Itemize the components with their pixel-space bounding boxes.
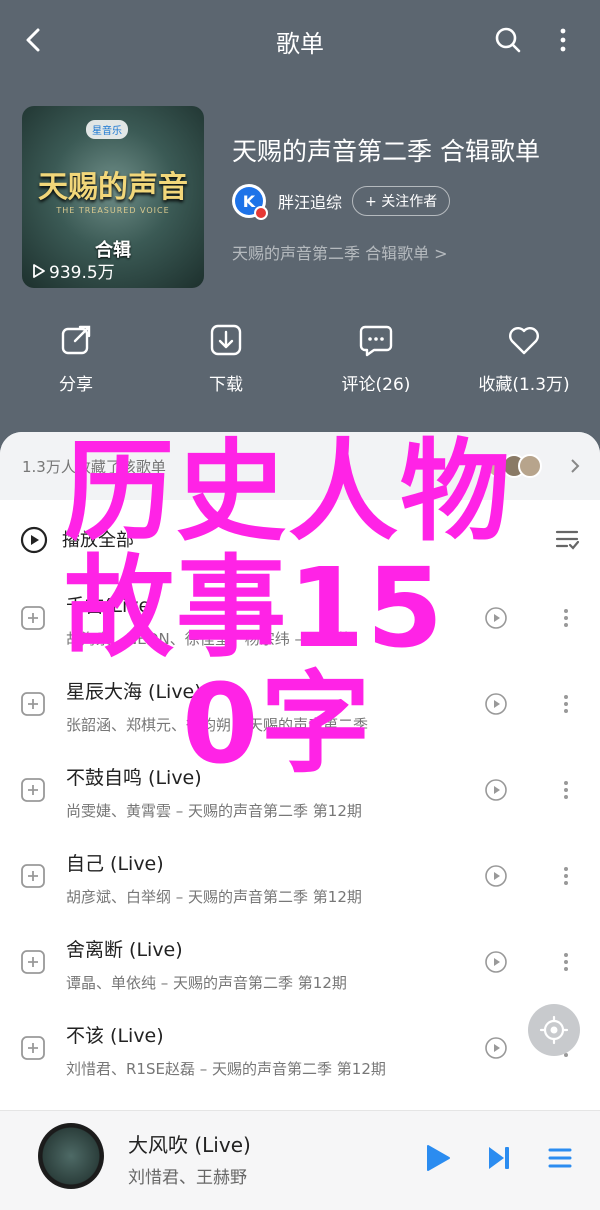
add-to-list-icon[interactable] [20,949,46,975]
song-artist: 刘惜君、R1SE赵磊 – 天赐的声音第二季 第12期 [66,1060,386,1078]
play-all-row: 播放全部 [0,510,600,570]
song-title: 星辰大海 (Live) [66,681,202,703]
comment-icon [359,325,393,357]
playlist-title: 天赐的声音第二季 合辑歌单 [232,137,540,166]
more-vertical-icon[interactable] [556,605,576,631]
share-button[interactable]: 分享 [16,322,136,395]
song-row[interactable]: 千古(Live) 胡海泉、NEON、徐佳莹、杨宗纬 – 天赐的 [0,578,600,664]
mv-play-icon[interactable] [484,606,508,630]
locate-current-song-button[interactable] [528,1004,580,1056]
next-track-icon[interactable] [486,1143,512,1173]
cover-title: 天赐的声音 [38,170,188,205]
add-to-list-icon[interactable] [20,605,46,631]
follow-creator-button[interactable]: + 关注作者 [352,186,451,216]
cover-badge: 星音乐 [86,120,128,139]
chevron-right-icon [571,459,580,473]
mv-play-icon[interactable] [484,950,508,974]
song-artist: 尚雯婕、黄霄雲 – 天赐的声音第二季 第12期 [66,802,362,820]
song-list-panel: 1.3万人收藏了该歌单 播放全部 千古(Live) 胡海泉、NEON、徐佳莹、杨… [0,432,600,1210]
play-icon[interactable] [424,1143,452,1173]
song-title: 不鼓自鸣 (Live) [66,767,202,789]
song-title: 不该 (Live) [66,1025,164,1047]
song-row[interactable]: 自己 (Live) 胡彦斌、白举纲 – 天赐的声音第二季 第12期 [0,836,600,922]
song-row[interactable]: 舍离断 (Live) 谭晶、单依纯 – 天赐的声音第二季 第12期 [0,922,600,1008]
song-title: 自己 (Live) [66,853,164,875]
mv-play-icon[interactable] [484,1036,508,1060]
now-playing-cover[interactable] [38,1123,104,1189]
mini-player[interactable]: 大风吹 (Live) 刘惜君、王赫野 [0,1110,600,1210]
multi-select-icon[interactable] [554,526,580,552]
mv-play-icon[interactable] [484,692,508,716]
play-all-icon[interactable] [20,526,48,554]
song-row[interactable]: 星辰大海 (Live) 张韶涵、郑棋元、徐均朔 – 天赐的声音第二季 [0,664,600,750]
play-count: 939.5万 [32,258,115,283]
download-button[interactable]: 下载 [166,322,286,395]
search-icon[interactable] [490,22,526,58]
cover-subtitle: THE TREASURED VOICE [56,206,170,215]
more-vertical-icon[interactable] [556,863,576,889]
now-playing-artist: 刘惜君、王赫野 [128,1168,247,1188]
more-vertical-icon[interactable] [556,691,576,717]
add-to-list-icon[interactable] [20,777,46,803]
download-icon [210,324,242,356]
add-to-list-icon[interactable] [20,691,46,717]
favorite-label: 收藏(1.3万) [478,375,570,395]
song-row[interactable]: 不该 (Live) 刘惜君、R1SE赵磊 – 天赐的声音第二季 第12期 [0,1008,600,1094]
share-icon [61,325,91,355]
playlist-description[interactable]: 天赐的声音第二季 合辑歌单 > [232,240,448,264]
favorite-button[interactable]: 收藏(1.3万) [464,322,584,395]
song-artist: 胡海泉、NEON、徐佳莹、杨宗纬 – 天赐的 [66,630,352,648]
song-artist: 谭晶、单依纯 – 天赐的声音第二季 第12期 [66,974,347,992]
comment-button[interactable]: 评论(26) [316,322,436,395]
more-vertical-icon[interactable] [556,777,576,803]
comment-label: 评论(26) [341,375,411,395]
more-vertical-icon[interactable] [556,949,576,975]
add-to-list-icon[interactable] [20,863,46,889]
target-icon [539,1015,569,1045]
song-artist: 张韶涵、郑棋元、徐均朔 – 天赐的声音第二季 [66,716,369,734]
mv-play-icon[interactable] [484,778,508,802]
creator-name[interactable]: 胖汪追综 [278,189,342,213]
collectors-text: 1.3万人收藏了该歌单 [22,458,166,476]
play-count-icon [33,263,45,278]
song-title: 千古(Live) [66,595,158,617]
now-playing-title: 大风吹 (Live) [128,1133,251,1157]
download-label: 下载 [209,375,243,395]
share-label: 分享 [59,375,93,395]
song-title: 舍离断 (Live) [66,939,183,961]
creator-row: K 胖汪追综 + 关注作者 [232,184,451,220]
collectors-row[interactable]: 1.3万人收藏了该歌单 [0,432,600,500]
mv-play-icon[interactable] [484,864,508,888]
playlist-queue-icon[interactable] [546,1143,574,1173]
more-vertical-icon[interactable] [548,22,578,58]
collector-avatars [486,454,542,478]
song-artist: 胡彦斌、白举纲 – 天赐的声音第二季 第12期 [66,888,362,906]
add-to-list-icon[interactable] [20,1035,46,1061]
action-bar: 分享 下载 评论(26) 收藏(1.3万) [0,322,600,402]
top-bar: 歌单 [0,0,600,80]
verified-badge-icon [254,206,268,220]
creator-avatar[interactable]: K [232,184,268,220]
play-count-value: 939.5万 [49,263,115,283]
song-row[interactable]: 不鼓自鸣 (Live) 尚雯婕、黄霄雲 – 天赐的声音第二季 第12期 [0,750,600,836]
avatar [518,454,542,478]
playlist-cover[interactable]: 星音乐 天赐的声音 THE TREASURED VOICE 合辑 939.5万 [22,106,204,288]
play-all-label[interactable]: 播放全部 [62,526,134,552]
heart-icon [509,327,539,355]
